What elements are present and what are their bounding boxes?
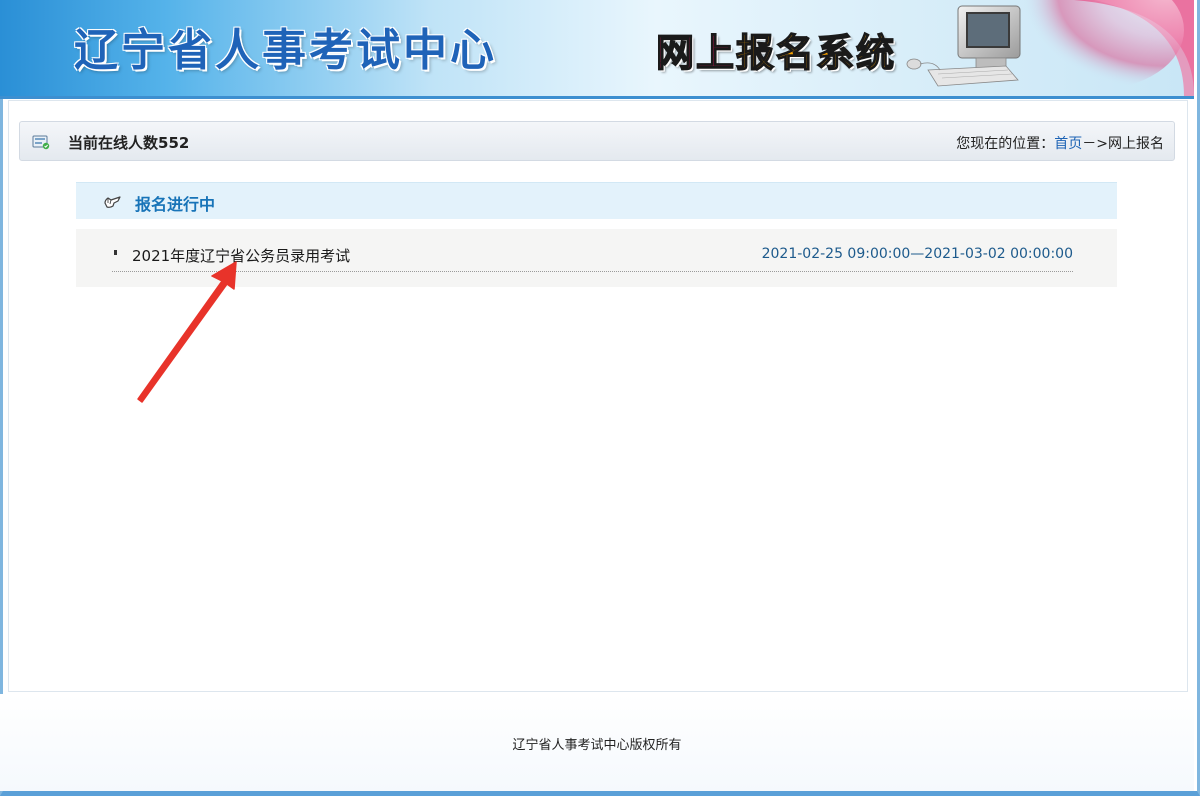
online-count: 当前在线人数552: [68, 134, 190, 152]
online-users-icon: [32, 135, 50, 150]
breadcrumb-separator: －: [1082, 136, 1097, 152]
section-title: 报名进行中: [135, 195, 216, 214]
exam-period: 2021-02-25 09:00:00—2021-03-02 00:00:00: [761, 246, 1073, 262]
status-bar: 当前在线人数552 您现在的位置：首页－>网上报名: [19, 121, 1175, 161]
breadcrumb-current: >网上报名: [1096, 136, 1164, 152]
breadcrumb: 您现在的位置：首页－>网上报名: [956, 133, 1164, 153]
section-header: 报名进行中: [76, 182, 1117, 219]
system-title-char: 统: [855, 30, 897, 76]
site-title: 辽宁省人事考试中心: [74, 25, 497, 76]
system-title-char: 网: [655, 30, 697, 76]
exam-list-item[interactable]: 2021年度辽宁省公务员录用考试 2021-02-25 09:00:00—202…: [112, 237, 1073, 272]
header-banner: 辽宁省人事考试中心 网上报名系统: [0, 0, 1194, 99]
system-title-char: 系: [815, 30, 857, 76]
copyright-text: 辽宁省人事考试中心版权所有: [512, 738, 682, 753]
computer-illustration: [906, 0, 1194, 96]
breadcrumb-prefix: 您现在的位置：: [956, 136, 1055, 152]
system-title-char: 名: [775, 30, 817, 76]
system-title: 网上报名系统: [655, 22, 897, 77]
exam-list: 2021年度辽宁省公务员录用考试 2021-02-25 09:00:00—202…: [76, 229, 1117, 287]
footer: 辽宁省人事考试中心版权所有: [0, 694, 1194, 791]
breadcrumb-home-link[interactable]: 首页: [1054, 136, 1082, 152]
system-title-char: 上: [695, 30, 737, 76]
bullet-icon: [114, 250, 117, 255]
pointing-hand-icon: [104, 196, 121, 208]
system-title-char: 报: [735, 30, 777, 76]
exam-name-link[interactable]: 2021年度辽宁省公务员录用考试: [132, 245, 350, 266]
